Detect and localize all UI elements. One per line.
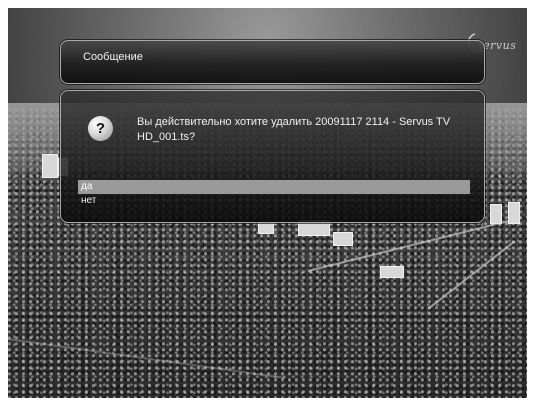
dialog-message: Вы действительно хотите удалить 20091117… [137,116,451,143]
building [333,232,353,246]
dialog-title-bar: Сообщение [60,40,485,84]
tv-screen: servus Сообщение ? Вы действительно хоти… [8,8,527,398]
question-mark-icon: ? [88,116,113,141]
dialog-title: Сообщение [83,51,143,63]
building [258,222,274,234]
confirm-dialog: ? Вы действительно хотите удалить 200911… [60,90,485,223]
building [42,154,58,178]
building [380,266,404,278]
option-no[interactable]: нет [78,194,470,208]
option-yes[interactable]: да [78,180,470,194]
